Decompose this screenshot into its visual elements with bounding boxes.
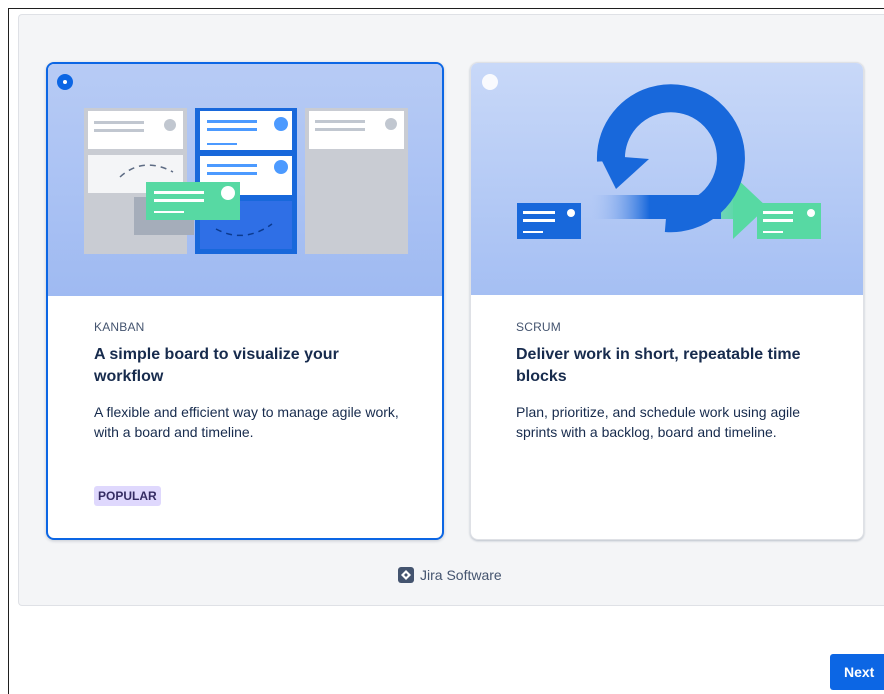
kanban-board-illustration [84,108,408,254]
product-brand: Jira Software [398,566,502,584]
kanban-description: A flexible and efficient way to manage a… [94,404,399,440]
radio-unselected-icon[interactable] [482,74,498,90]
kanban-title: A simple board to visualize your workflo… [94,346,339,385]
scrum-description: Plan, prioritize, and schedule work usin… [516,404,801,440]
kanban-eyebrow: KANBAN [94,320,145,334]
next-button[interactable]: Next [830,654,884,690]
radio-selected-icon[interactable] [57,74,73,90]
scrum-template-card[interactable]: SCRUM Deliver work in short, repeatable … [470,62,864,540]
scrum-cycle-illustration [517,84,821,239]
kanban-template-card[interactable]: KANBAN A simple board to visualize your … [46,62,444,540]
scrum-title: Deliver work in short, repeatable time b… [516,346,801,385]
scrum-eyebrow: SCRUM [516,320,561,334]
popular-badge: POPULAR [94,486,161,506]
jira-logo-icon [398,567,414,583]
kanban-illustration [48,64,442,296]
cycle-arrowhead-icon [599,155,649,189]
scrum-illustration [471,63,863,295]
brand-name: Jira Software [420,567,502,583]
